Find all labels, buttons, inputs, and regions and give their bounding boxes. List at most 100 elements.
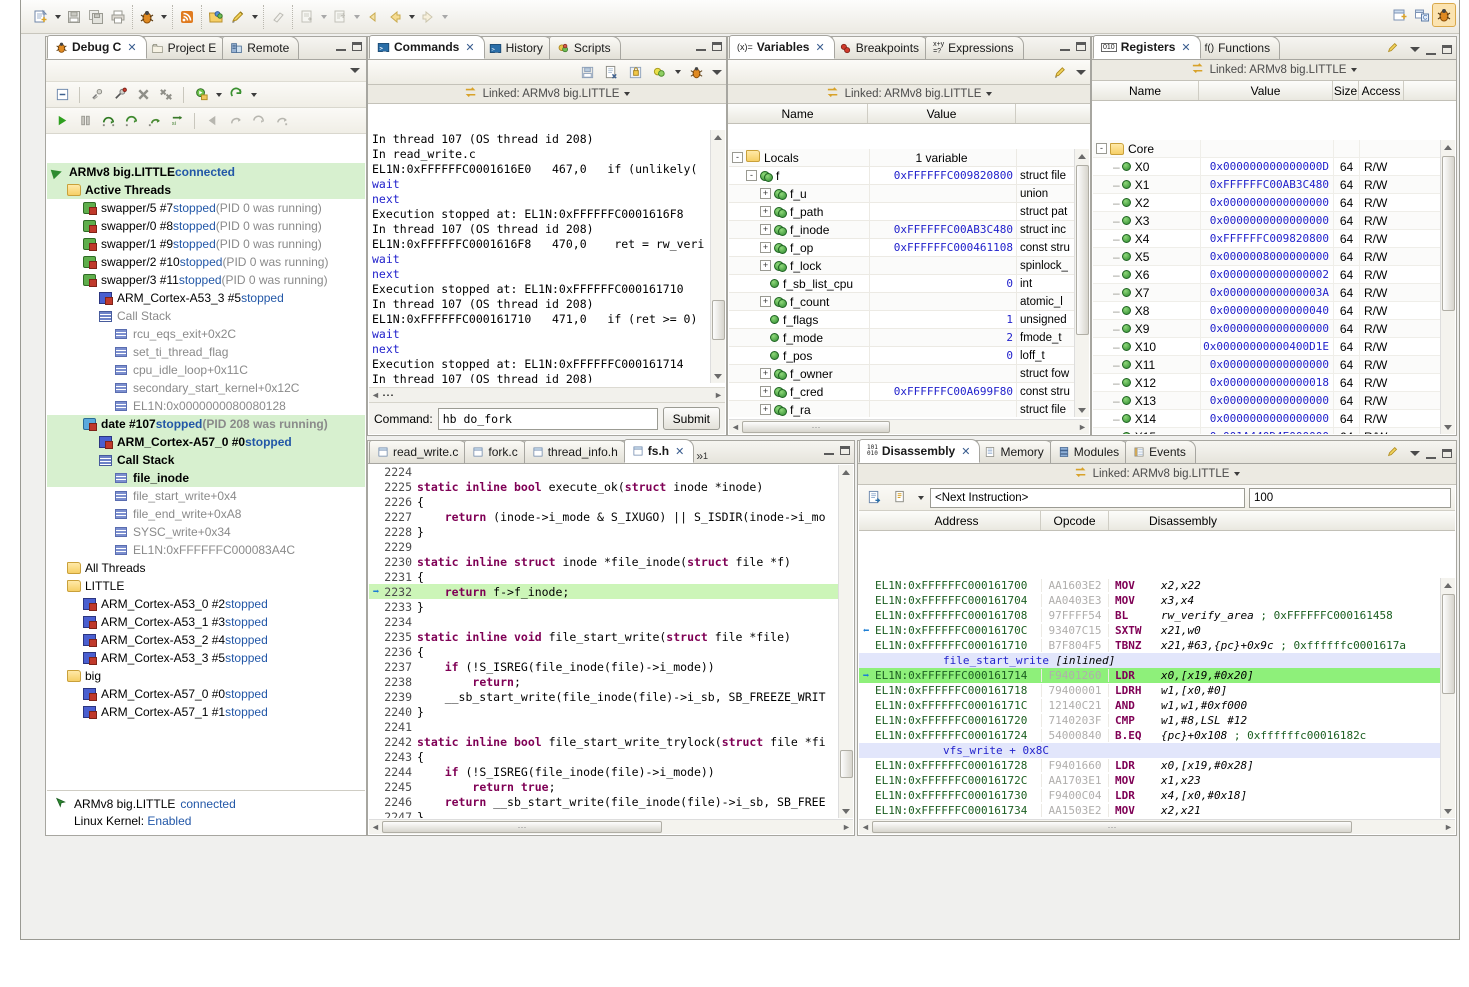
variable-value[interactable] [869, 185, 1017, 202]
disassembly-linked-bar[interactable]: Linked: ARMv8 big.LITTLE [858, 464, 1456, 485]
expand-toggle-icon[interactable]: + [760, 404, 771, 415]
registers-row[interactable]: –X120x000000000000001864R/W [1093, 374, 1455, 392]
source-line[interactable]: 2225static inline bool execute_ok(struct… [369, 479, 853, 494]
pause-icon[interactable] [74, 110, 96, 132]
continue-icon[interactable] [51, 110, 73, 132]
debug-tree-item[interactable]: ARM_Cortex-A57_0 #0 stopped [47, 433, 365, 451]
scrollbar-thumb[interactable] [712, 300, 725, 340]
variable-value[interactable] [869, 257, 1017, 274]
scrollbar-thumb[interactable] [1442, 156, 1455, 311]
forward-caret-icon[interactable] [439, 6, 450, 28]
source-horizontal-scrollbar[interactable]: ◄ ⋯ ► [369, 819, 853, 834]
variables-row[interactable]: -Locals1 variable [729, 149, 1089, 167]
variables-vertical-scrollbar[interactable] [1074, 149, 1089, 417]
debug-tree-item[interactable]: ARM_Cortex-A53_0 #2 stopped [47, 595, 365, 613]
disassembly-horizontal-scrollbar[interactable]: ◄ ⋯ ► [859, 819, 1455, 834]
debug-tree-item[interactable]: EL1N:0x0000000080080128 [47, 397, 365, 415]
expand-toggle-icon[interactable]: + [760, 224, 771, 235]
variables-row[interactable]: +f_countatomic_l [729, 293, 1089, 311]
pin-icon[interactable] [1386, 445, 1400, 462]
disassembly-row[interactable]: EL1N:0xFFFFFFC00016171879400001LDRHw1,[x… [859, 683, 1455, 698]
registers-row[interactable]: –X110x000000000000000064R/W [1093, 356, 1455, 374]
registers-row[interactable]: –X30x000000000000000064R/W [1093, 212, 1455, 230]
registers-linked-bar[interactable]: Linked: ARMv8 big.LITTLE [1092, 60, 1456, 81]
show-source-icon[interactable] [863, 487, 885, 509]
disassembly-row[interactable]: ➡EL1N:0xFFFFFFC000161714F9401260LDRx0,[x… [859, 668, 1455, 683]
link-caret-icon[interactable] [672, 61, 683, 83]
disassembly-row[interactable]: EL1N:0xFFFFFFC000161700AA1603E2MOVx2,x22 [859, 578, 1455, 593]
debug-tree-item[interactable]: All Threads [47, 559, 365, 577]
debug-tree-item[interactable]: ARM_Cortex-A57_0 #0 stopped [47, 685, 365, 703]
run-control-caret-icon[interactable] [213, 84, 224, 106]
variables-row[interactable]: +f_uunion [729, 185, 1089, 203]
column-header-extra[interactable] [1404, 81, 1456, 100]
connect-icon[interactable] [109, 84, 131, 106]
source-line[interactable]: 2227 return (inode->i_mode & S_IXUGO) ||… [369, 509, 853, 524]
maximize-icon[interactable] [352, 42, 362, 51]
source-code-area[interactable]: 22242225static inline bool execute_ok(st… [369, 464, 853, 818]
tab-events[interactable]: Events [1125, 440, 1196, 463]
tab-variables[interactable]: (x)= Variables ✕ [729, 35, 835, 59]
link-icon[interactable] [648, 61, 670, 83]
collapse-toggle-icon[interactable]: - [1096, 143, 1107, 154]
new-icon[interactable] [30, 6, 52, 28]
scroll-left-icon[interactable]: ◄ [369, 822, 382, 832]
scroll-down-icon[interactable] [711, 369, 724, 383]
debug-icon[interactable] [136, 6, 158, 28]
variable-value[interactable]: 1 [869, 311, 1017, 328]
disassembly-address-input[interactable] [930, 488, 1245, 508]
maximize-icon[interactable] [1442, 45, 1452, 54]
commands-horizontal-scrollbar[interactable]: ◄ ⋯ ► [369, 387, 725, 402]
variables-horizontal-scrollbar[interactable]: ◄ ⋯ ► [729, 419, 1089, 434]
disassembly-row[interactable]: EL1N:0xFFFFFFC00016172CAA1703E1MOVx1,x23 [859, 773, 1455, 788]
debug-tree-item[interactable]: swapper/2 #10 stopped (PID 0 was running… [47, 253, 365, 271]
clear-console-icon[interactable] [600, 61, 622, 83]
variables-row[interactable]: f_flags1unsigned [729, 311, 1089, 329]
highlighter-icon[interactable] [227, 6, 249, 28]
minimize-icon[interactable] [336, 41, 346, 51]
back-icon[interactable] [384, 6, 406, 28]
source-line[interactable]: 2239 __sb_start_write(file_inode(file)->… [369, 689, 853, 704]
debug-tree-item[interactable]: file_end_write+0xA8 [47, 505, 365, 523]
disconnect-icon[interactable] [86, 84, 108, 106]
source-line[interactable]: 2238 return; [369, 674, 853, 689]
variable-value[interactable]: 0xFFFFFFC00AB3C480 [869, 221, 1017, 238]
chevron-down-icon[interactable] [624, 92, 630, 96]
variables-row[interactable]: +f_inode0xFFFFFFC00AB3C480struct inc [729, 221, 1089, 239]
tab-remote[interactable]: Remote [222, 36, 299, 59]
debug-tree-item[interactable]: date #107 stopped (PID 208 was running) [47, 415, 365, 433]
tab-expressions[interactable]: x+y=? Expressions [925, 36, 1023, 59]
scroll-down-icon[interactable] [1441, 804, 1454, 818]
scroll-right-icon[interactable]: ► [840, 822, 853, 832]
back-history-icon[interactable] [362, 6, 384, 28]
save-console-icon[interactable] [576, 61, 598, 83]
tab-read-write-c[interactable]: read_write.c [369, 440, 468, 463]
maximize-icon[interactable] [1442, 449, 1452, 458]
tab-fork-c[interactable]: fork.c [464, 440, 527, 463]
register-value[interactable]: 0x0000000000000000 [1200, 392, 1334, 409]
commands-linked-bar[interactable]: Linked: ARMv8 big.LITTLE [368, 85, 726, 104]
collapse-toggle-icon[interactable]: - [746, 170, 757, 181]
source-line[interactable]: 2247} [369, 809, 853, 818]
lock-scroll-icon[interactable] [624, 61, 646, 83]
disassembly-row[interactable]: EL1N:0xFFFFFFC000161728F9401660LDRx0,[x1… [859, 758, 1455, 773]
register-value[interactable]: 0x0000008000000000 [1200, 248, 1334, 265]
expand-toggle-icon[interactable]: + [760, 386, 771, 397]
register-value[interactable]: 0x0000000000000000 [1200, 194, 1334, 211]
source-line[interactable]: 2245 return true; [369, 779, 853, 794]
view-menu-icon[interactable] [712, 70, 722, 75]
registers-row[interactable]: –X70x000000000000003A64R/W [1093, 284, 1455, 302]
scrollbar-thumb[interactable] [1076, 165, 1089, 335]
tab-history[interactable]: >_ History [481, 36, 553, 59]
collapse-all-icon[interactable] [51, 84, 73, 106]
source-line[interactable]: 2242static inline bool file_start_write_… [369, 734, 853, 749]
debug-tree-item[interactable]: ARMv8 big.LITTLE connected [47, 163, 365, 181]
debug-tree-item[interactable]: ARM_Cortex-A53_3 #5 stopped [47, 649, 365, 667]
disassembly-row[interactable]: ⬅EL1N:0xFFFFFFC00016170C93407C15SXTWx21,… [859, 623, 1455, 638]
disassembly-row[interactable]: EL1N:0xFFFFFFC00016171C12140C21ANDw1,w1,… [859, 698, 1455, 713]
back-caret-icon[interactable] [406, 6, 417, 28]
pin-icon[interactable] [1049, 61, 1071, 83]
step-return-icon[interactable] [247, 110, 269, 132]
copy-icon[interactable] [889, 487, 911, 509]
source-line[interactable]: 2231{ [369, 569, 853, 584]
